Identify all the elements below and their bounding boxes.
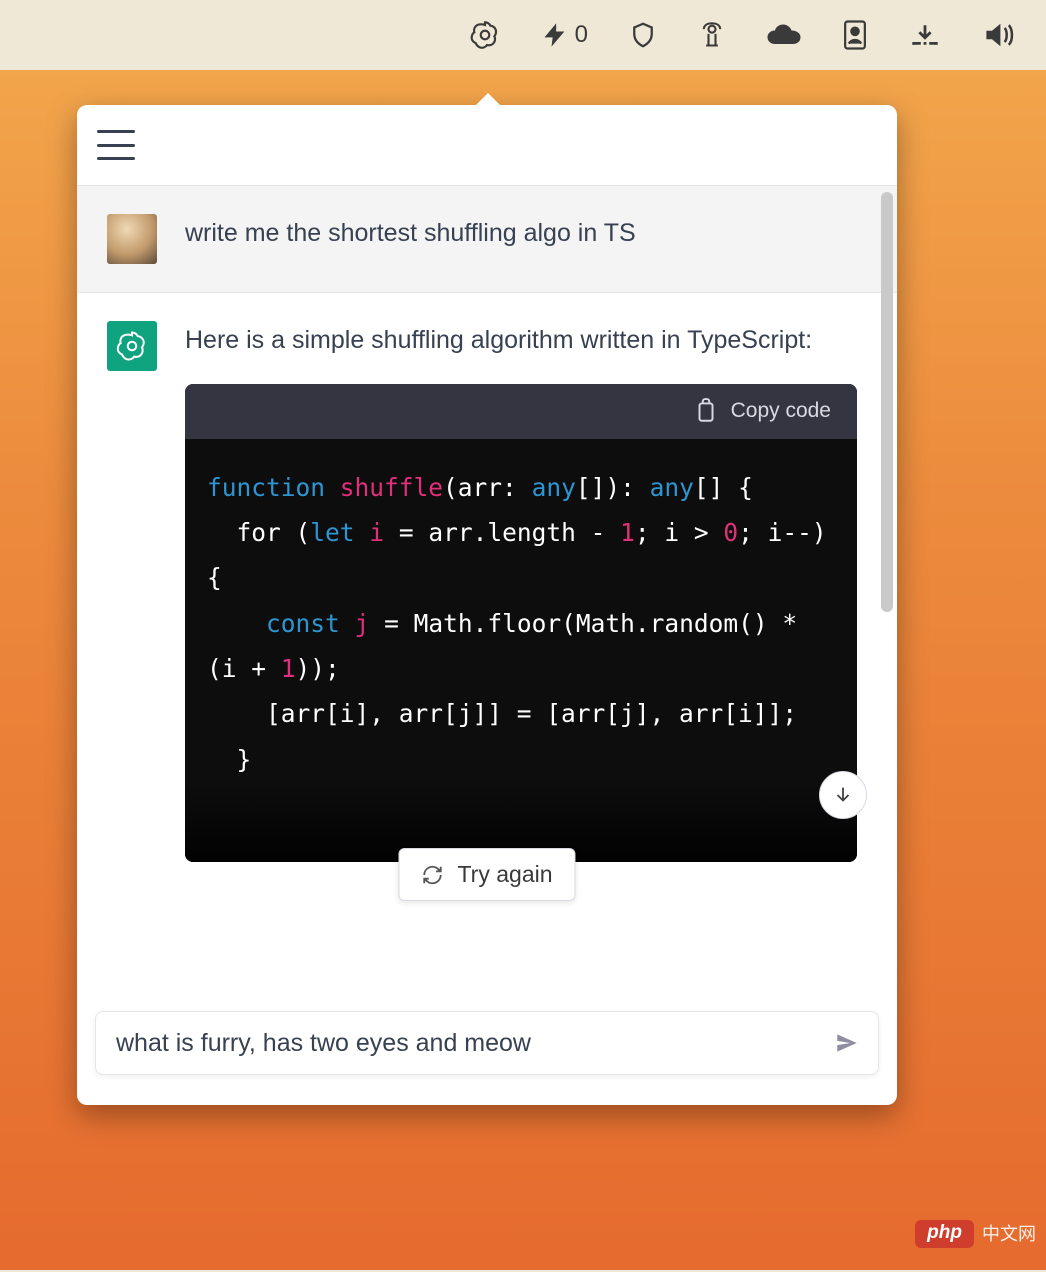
message-assistant: Here is a simple shuffling algorithm wri… <box>77 293 897 890</box>
code-content[interactable]: function shuffle(arr: any[]): any[] { fo… <box>185 439 857 862</box>
copy-code-label: Copy code <box>731 395 831 428</box>
menu-icon[interactable] <box>97 130 135 160</box>
popover-topbar <box>77 105 897 186</box>
popover-pointer <box>475 93 501 106</box>
code-block: Copy code function shuffle(arr: any[]): … <box>185 384 857 862</box>
bolt-count: 0 <box>575 21 588 49</box>
avatar-assistant <box>107 321 157 371</box>
try-again-button[interactable]: Try again <box>398 848 575 901</box>
user-message-text: write me the shortest shuffling algo in … <box>185 214 867 264</box>
volume-icon[interactable] <box>982 15 1016 55</box>
assistant-message-body: Here is a simple shuffling algorithm wri… <box>185 321 867 862</box>
tower-icon[interactable] <box>698 15 726 55</box>
macos-menu-bar: 0 <box>0 0 1046 70</box>
refresh-icon <box>421 864 443 886</box>
input-bar <box>77 999 897 1105</box>
message-user: write me the shortest shuffling algo in … <box>77 186 897 293</box>
copy-code-button[interactable]: Copy code <box>185 384 857 439</box>
bolt-icon[interactable]: 0 <box>541 15 588 55</box>
assistant-intro-text: Here is a simple shuffling algorithm wri… <box>185 321 857 360</box>
try-again-label: Try again <box>457 861 552 888</box>
badge-icon[interactable] <box>842 15 868 55</box>
watermark-brand: php <box>915 1220 974 1248</box>
shield-icon[interactable] <box>628 15 658 55</box>
send-button[interactable] <box>830 1026 864 1060</box>
message-input[interactable] <box>114 1028 830 1059</box>
watermark-text: 中文网 <box>982 1225 1036 1243</box>
cloud-icon[interactable] <box>766 15 802 55</box>
scroll-down-button[interactable] <box>819 771 867 819</box>
openai-icon[interactable] <box>469 15 501 55</box>
chatgpt-popover: write me the shortest shuffling algo in … <box>77 105 897 1105</box>
message-input-wrapper[interactable] <box>95 1011 879 1075</box>
chat-area: write me the shortest shuffling algo in … <box>77 186 897 999</box>
download-icon[interactable] <box>908 15 942 55</box>
send-icon <box>834 1030 860 1056</box>
watermark: php 中文网 <box>915 1220 1036 1248</box>
avatar-user <box>107 214 157 264</box>
scrollbar-thumb[interactable] <box>881 192 893 612</box>
